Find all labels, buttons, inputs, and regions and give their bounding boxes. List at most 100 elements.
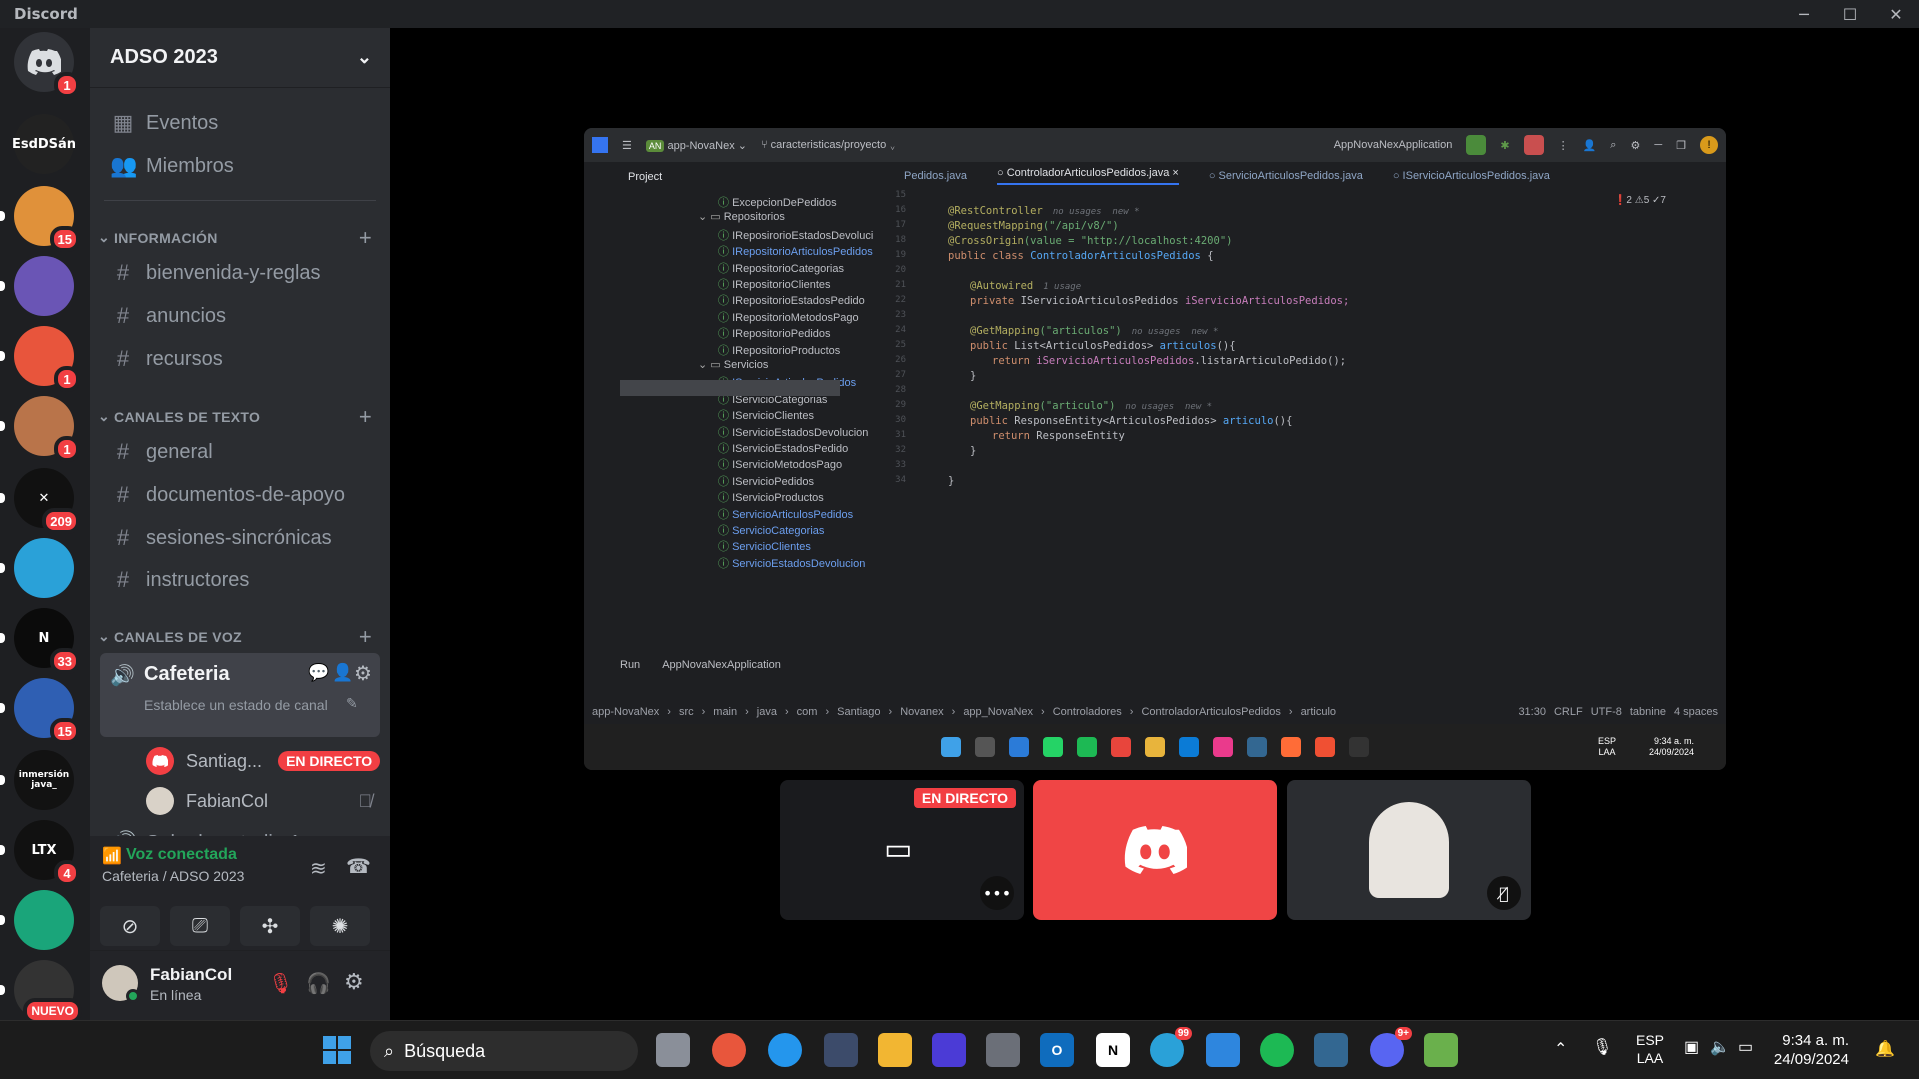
code-editor[interactable]: 15 16 17 18 19 20 21 22 23 24 25 26 27 28 29 30 31 32 33 34… — [886, 190, 1646, 620]
start-icon[interactable] — [320, 1033, 354, 1067]
server-icon[interactable] — [14, 890, 74, 950]
tree-folder[interactable]: ⌄ ▭ Repositorios — [698, 210, 785, 223]
firefox-icon[interactable] — [712, 1033, 746, 1067]
maximize-icon[interactable]: ☐ — [1827, 0, 1873, 28]
tab-pedidos[interactable]: Pedidos.java — [904, 170, 967, 182]
spotify-icon[interactable] — [1260, 1033, 1294, 1067]
tree-file[interactable]: ⓘ ServicioArticulosPedidos — [718, 506, 853, 522]
server-icon[interactable] — [14, 538, 74, 598]
gear-icon[interactable]: ⚙ — [354, 661, 372, 686]
tree-file[interactable]: ⓘ IRepositorioClientes — [718, 276, 831, 292]
server-header[interactable]: ADSO 2023 ⌄ — [90, 28, 390, 88]
notification-icon[interactable]: 🔔 — [1875, 1039, 1895, 1059]
app-icon[interactable] — [1424, 1033, 1458, 1067]
tab-controlador[interactable]: ○ ControladorArticulosPedidos.java × — [997, 167, 1179, 185]
telegram-icon[interactable]: 99 — [1150, 1027, 1192, 1067]
close-icon[interactable]: ✕ — [1873, 0, 1919, 28]
gear-icon[interactable]: ⚙ — [344, 969, 364, 995]
add-channel-icon[interactable]: + — [359, 225, 372, 251]
window-min-icon[interactable]: ─ — [1654, 139, 1662, 151]
account-icon[interactable]: 👤 — [1583, 139, 1597, 152]
minimize-icon[interactable]: ─ — [1781, 0, 1827, 28]
tree-file[interactable]: ⓘ IServicioClientes — [718, 407, 814, 423]
shared-screen-ide[interactable]: ☰ AN app-NovaNex ⌄ ⑂ caracteristicas/pro… — [584, 128, 1726, 770]
screen-share-button[interactable]: ⎚ — [170, 906, 230, 946]
volume-icon[interactable]: 🔈 — [1710, 1037, 1730, 1057]
channel-documentos[interactable]: # documentos-de-apoyo — [102, 475, 380, 515]
tree-file[interactable]: ⓘ ServicioEstadosDevolucion — [718, 555, 865, 571]
channel-general[interactable]: # general — [102, 432, 380, 472]
server-icon[interactable]: EsdDSán — [12, 114, 76, 174]
server-icon[interactable]: N 33 — [14, 608, 80, 674]
status-eol[interactable]: CRLF — [1554, 706, 1583, 718]
breadcrumb-item[interactable]: Controladores — [1053, 706, 1122, 718]
run-tab[interactable]: Run — [620, 659, 640, 671]
server-icon[interactable]: 1 — [14, 326, 80, 392]
project-selector[interactable]: AN app-NovaNex ⌄ — [645, 139, 747, 152]
status-plugin[interactable]: tabnine — [1630, 706, 1666, 718]
inspection-summary[interactable]: ❗2 ⚠5 ✓7 — [1614, 195, 1666, 206]
tree-folder[interactable]: ⌄ ▭ Servicios — [698, 358, 768, 371]
breadcrumb-item[interactable]: app-NovaNex — [592, 706, 659, 718]
tree-file[interactable]: ⓘ ServicioCategorias — [718, 522, 824, 538]
voice-user-santiago[interactable]: Santiag... EN DIRECTO — [146, 743, 381, 779]
server-icon[interactable]: inmersión java_ — [14, 750, 74, 810]
tree-file[interactable]: ⓘ IRepositorioCategorias — [718, 260, 844, 276]
voice-channel-cafeteria[interactable]: 🔊 Cafeteria 💬 👤 ⚙ Establece un estado de… — [100, 653, 380, 737]
postgres-icon[interactable] — [1314, 1033, 1348, 1067]
tree-file[interactable]: ⓘ IServicioPedidos — [718, 473, 814, 489]
soundboard-button[interactable]: ✺ — [310, 906, 370, 946]
soundboard-wave-icon[interactable]: ≋ — [310, 856, 327, 881]
tray-chevron-icon[interactable]: ⌃ — [1554, 1039, 1567, 1059]
channel-anuncios[interactable]: # anuncios — [102, 296, 380, 336]
server-icon[interactable]: NUEVO — [14, 960, 82, 1024]
notion-icon[interactable]: N — [1096, 1033, 1130, 1067]
stream-tile[interactable]: EN DIRECTO ▭ ••• — [780, 780, 1024, 920]
category-voz[interactable]: ⌄ CANALES DE VOZ + — [98, 624, 380, 649]
invite-icon[interactable]: 👤 — [332, 663, 353, 683]
breadcrumb-item[interactable]: Novanex — [900, 706, 943, 718]
channel-instructores[interactable]: # instructores — [102, 560, 380, 600]
run-config-selector[interactable]: AppNovaNexApplication — [1334, 139, 1453, 151]
window-restore-icon[interactable]: ❐ — [1676, 139, 1686, 152]
app-icon[interactable] — [824, 1033, 858, 1067]
breadcrumb-item[interactable]: src — [679, 706, 694, 718]
server-icon[interactable]: 15 — [14, 678, 80, 744]
server-icon[interactable]: 15 — [14, 186, 80, 252]
tree-file[interactable]: ⓘ IRepositorioMetodosPago — [718, 309, 859, 325]
activities-button[interactable]: ✣ — [240, 906, 300, 946]
home-button[interactable]: 1 — [14, 32, 80, 98]
voice-location[interactable]: Cafeteria / ADSO 2023 — [102, 868, 244, 884]
headphones-icon[interactable]: 🎧 — [306, 971, 331, 996]
tree-file[interactable]: ⓘ ServicioClientes — [718, 538, 811, 554]
warning-icon[interactable]: ! — [1700, 136, 1718, 154]
run-config-tab[interactable]: AppNovaNexApplication — [662, 659, 781, 671]
app-icon[interactable] — [932, 1033, 966, 1067]
tree-file[interactable]: ⓘ IRepositorioProductos — [718, 342, 840, 358]
stop-icon[interactable] — [1523, 135, 1544, 155]
tree-file[interactable]: ⓘ IServicioEstadosDevolucion — [718, 424, 868, 440]
discord-user-tile[interactable] — [1033, 780, 1277, 920]
breadcrumb-item[interactable]: app_NovaNex — [963, 706, 1033, 718]
status-indent[interactable]: 4 spaces — [1674, 706, 1718, 718]
folder-icon[interactable] — [878, 1033, 912, 1067]
discord-taskbar-icon[interactable]: 9+ — [1370, 1027, 1412, 1067]
tree-file[interactable]: ⓘ IReposirorioEstadosDevoluci — [718, 227, 873, 243]
more-icon[interactable]: ⋮ — [1558, 139, 1569, 152]
members-item[interactable]: 👥 Miembros — [102, 146, 380, 186]
fabian-tile[interactable]: 🎙̸ — [1287, 780, 1531, 920]
category-informacion[interactable]: ⌄ INFORMACIÓN + — [98, 225, 380, 250]
app-icon[interactable] — [656, 1033, 690, 1067]
tree-file[interactable]: ⓘ IServicioProductos — [718, 489, 824, 505]
breadcrumb-item[interactable]: java — [757, 706, 777, 718]
camera-off-button[interactable]: ⊘ — [100, 906, 160, 946]
status-enc[interactable]: UTF-8 — [1591, 706, 1622, 718]
tree-file[interactable]: ⓘ IServicioEstadosPedido — [718, 440, 848, 456]
app-icon[interactable] — [1206, 1033, 1240, 1067]
server-icon[interactable]: LTX 4 — [14, 820, 80, 886]
more-icon[interactable]: ••• — [980, 876, 1014, 910]
menu-icon[interactable]: ☰ — [622, 139, 632, 152]
breadcrumb-item[interactable]: Santiago — [837, 706, 880, 718]
channel-sesiones[interactable]: # sesiones-sincrónicas — [102, 518, 380, 558]
gear-icon[interactable]: ⚙ — [1630, 139, 1640, 152]
